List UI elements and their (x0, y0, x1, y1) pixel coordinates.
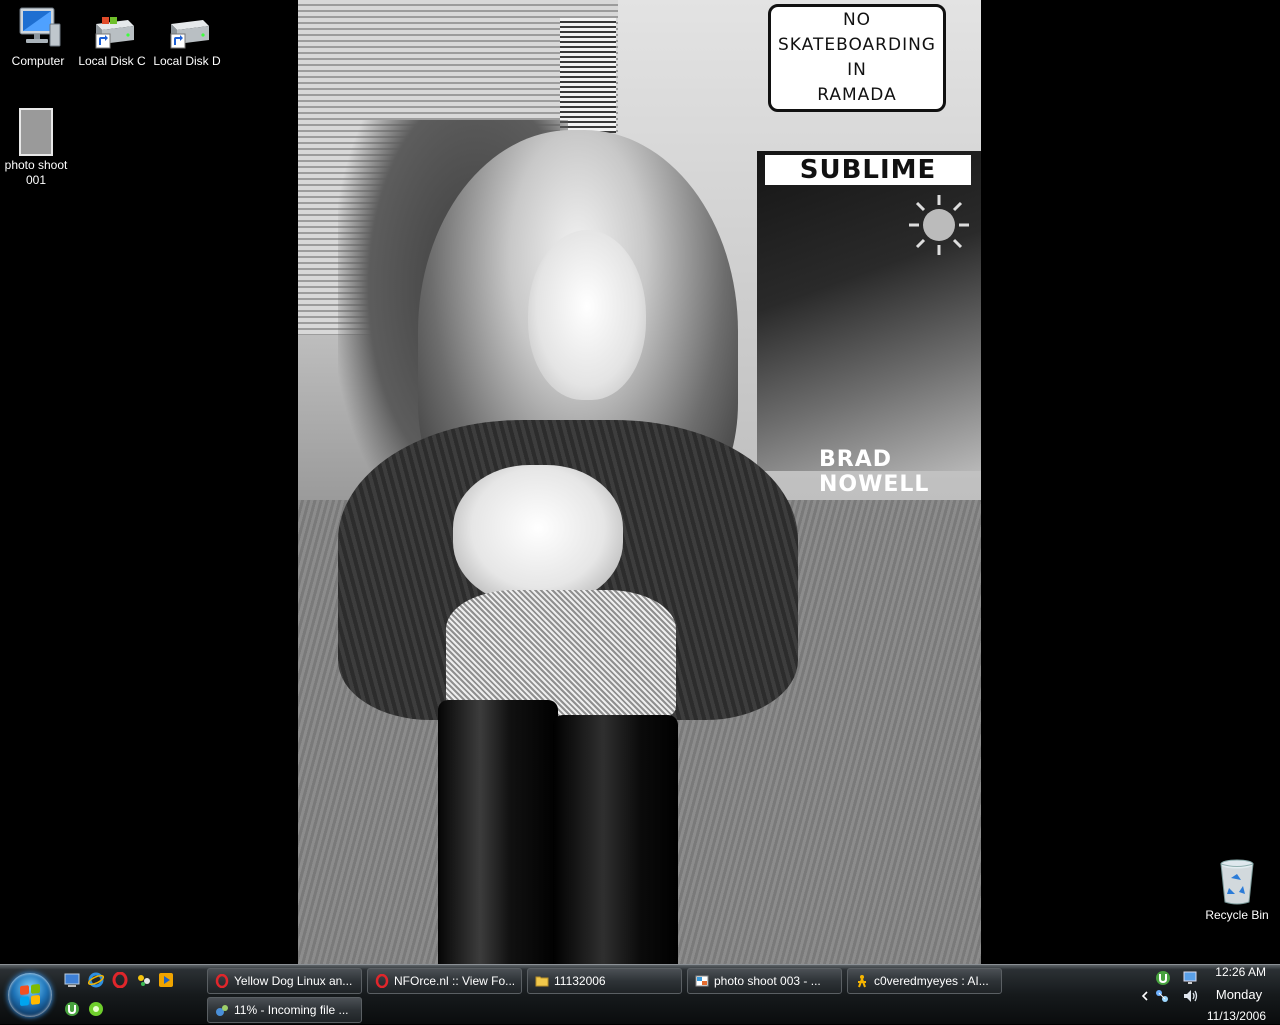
desktop-icon-photo-shoot-001[interactable]: photo shoot 001 (0, 108, 72, 188)
windows-logo-icon (20, 983, 40, 1007)
start-button[interactable] (8, 973, 52, 1017)
taskbar-button-label: Yellow Dog Linux an... (234, 974, 353, 988)
clock-date[interactable]: 11/13/2006 (1156, 1009, 1266, 1023)
internet-explorer-icon[interactable] (88, 972, 104, 988)
sign-line: IN (847, 60, 867, 80)
wallpaper-boot-left (438, 700, 558, 964)
desktop-icon-recycle-bin[interactable]: Recycle Bin (1199, 858, 1275, 923)
opera-icon (375, 974, 389, 988)
green-app-icon[interactable] (88, 1001, 104, 1017)
taskbar[interactable]: Yellow Dog Linux an... NFOrce.nl :: View… (0, 964, 1280, 1024)
taskbar-button-folder-11132006[interactable]: 11132006 (527, 968, 682, 994)
sign-line: NO (842, 10, 872, 30)
wallpaper-boot-right (553, 715, 678, 964)
media-player-icon[interactable] (158, 972, 174, 988)
opera-icon[interactable] (112, 972, 128, 988)
taskbar-button-nforce[interactable]: NFOrce.nl :: View Fo... (367, 968, 522, 994)
system-tray: 12:26 AM Monday 11/13/2006 (1140, 965, 1280, 1025)
desktop-icon-local-disk-d[interactable]: Local Disk D (149, 14, 225, 69)
clock-day[interactable]: Monday (1204, 987, 1274, 1002)
opera-icon (215, 974, 229, 988)
chevron-left-icon[interactable] (1140, 990, 1150, 1002)
taskbar-button-photo-shoot-003[interactable]: photo shoot 003 - ... (687, 968, 842, 994)
poster-title: SUBLIME (765, 155, 971, 185)
connection-tray-icon[interactable] (1154, 988, 1170, 1004)
wallpaper-poster: SUBLIME BRAD NOWELL (757, 151, 981, 497)
aim-icon (858, 975, 866, 988)
volume-icon[interactable] (1182, 988, 1200, 1004)
transfer-icon (216, 1005, 228, 1016)
image-file-icon (19, 108, 53, 156)
desktop-icon-label: Local Disk D (153, 54, 221, 68)
recycle-bin-icon (1220, 859, 1254, 905)
wallpaper-hands (453, 465, 623, 605)
sun-logo-icon (909, 195, 969, 255)
taskbar-button-label: photo shoot 003 - ... (714, 974, 821, 988)
desktop-icon-label: photo shoot 001 (4, 158, 68, 187)
desktop-icon-label: Computer (11, 54, 65, 68)
sign-line: RAMADA (817, 85, 897, 105)
desktop-icon-computer[interactable]: Computer (0, 4, 76, 69)
taskbar-button-label: c0veredmyeyes : AI... (874, 974, 989, 988)
taskbar-button-label: 11% - Incoming file ... (234, 1003, 349, 1017)
wallpaper-sign: NO SKATEBOARDING IN RAMADA (768, 4, 946, 112)
computer-icon (19, 7, 61, 47)
drive-shortcut-icon (95, 17, 134, 49)
desktop[interactable]: NO SKATEBOARDING IN RAMADA SUBLIME BRAD … (0, 0, 1280, 964)
wallpaper-photo: NO SKATEBOARDING IN RAMADA SUBLIME BRAD … (298, 0, 981, 964)
taskbar-button-incoming-file[interactable]: 11% - Incoming file ... (207, 997, 362, 1023)
taskbar-button-aim-chat[interactable]: c0veredmyeyes : AI... (847, 968, 1002, 994)
taskbar-button-yellow-dog-linux[interactable]: Yellow Dog Linux an... (207, 968, 362, 994)
desktop-icon-label: Recycle Bin (1205, 908, 1269, 922)
taskbar-button-label: 11132006 (554, 974, 606, 988)
wallpaper-blind (560, 18, 616, 133)
messenger-icon[interactable] (136, 972, 152, 988)
utorrent-icon[interactable] (64, 1001, 80, 1017)
desktop-icon-local-disk-c[interactable]: Local Disk C (74, 14, 150, 69)
taskbar-button-label: NFOrce.nl :: View Fo... (394, 974, 516, 988)
drive-shortcut-icon (170, 20, 209, 49)
poster-bottom-text: BRAD NOWELL (819, 447, 930, 497)
folder-icon (535, 976, 549, 987)
sign-line: SKATEBOARDING (778, 35, 936, 55)
clock-time[interactable]: 12:26 AM (1156, 965, 1266, 979)
photo-gallery-icon (695, 975, 709, 987)
wallpaper-face (528, 230, 646, 400)
desktop-icon-label: Local Disk C (78, 54, 146, 68)
show-desktop-icon[interactable] (64, 972, 80, 988)
